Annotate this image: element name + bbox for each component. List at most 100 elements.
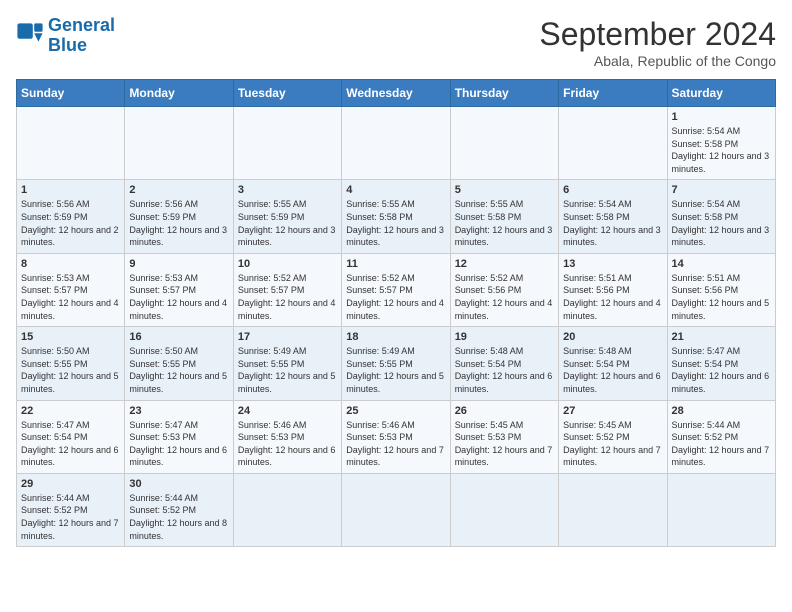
title-block: September 2024 Abala, Republic of the Co… bbox=[539, 16, 776, 69]
day-info: Sunrise: 5:55 AM Sunset: 5:58 PM Dayligh… bbox=[346, 198, 445, 248]
header-cell-monday: Monday bbox=[125, 80, 233, 107]
day-cell: 10 Sunrise: 5:52 AM Sunset: 5:57 PM Dayl… bbox=[233, 253, 341, 326]
page-header: General Blue September 2024 Abala, Repub… bbox=[16, 16, 776, 69]
week-row-5: 22 Sunrise: 5:47 AM Sunset: 5:54 PM Dayl… bbox=[17, 400, 776, 473]
day-number: 20 bbox=[563, 331, 662, 343]
week-row-6: 29 Sunrise: 5:44 AM Sunset: 5:52 PM Dayl… bbox=[17, 473, 776, 546]
day-cell: 6 Sunrise: 5:54 AM Sunset: 5:58 PM Dayli… bbox=[559, 180, 667, 253]
day-number: 16 bbox=[129, 331, 228, 343]
location-title: Abala, Republic of the Congo bbox=[539, 53, 776, 69]
day-cell: 16 Sunrise: 5:50 AM Sunset: 5:55 PM Dayl… bbox=[125, 327, 233, 400]
day-number: 4 bbox=[346, 184, 445, 196]
day-info: Sunrise: 5:46 AM Sunset: 5:53 PM Dayligh… bbox=[238, 419, 337, 469]
day-number: 30 bbox=[129, 478, 228, 490]
day-cell bbox=[342, 473, 450, 546]
header-cell-friday: Friday bbox=[559, 80, 667, 107]
header-cell-tuesday: Tuesday bbox=[233, 80, 341, 107]
day-info: Sunrise: 5:56 AM Sunset: 5:59 PM Dayligh… bbox=[21, 198, 120, 248]
day-cell bbox=[450, 473, 558, 546]
day-info: Sunrise: 5:48 AM Sunset: 5:54 PM Dayligh… bbox=[563, 345, 662, 395]
day-cell bbox=[233, 107, 341, 180]
day-cell bbox=[559, 473, 667, 546]
day-cell: 17 Sunrise: 5:49 AM Sunset: 5:55 PM Dayl… bbox=[233, 327, 341, 400]
day-info: Sunrise: 5:54 AM Sunset: 5:58 PM Dayligh… bbox=[672, 198, 771, 248]
day-info: Sunrise: 5:47 AM Sunset: 5:54 PM Dayligh… bbox=[672, 345, 771, 395]
month-title: September 2024 bbox=[539, 16, 776, 53]
day-cell: 3 Sunrise: 5:55 AM Sunset: 5:59 PM Dayli… bbox=[233, 180, 341, 253]
day-cell: 28 Sunrise: 5:44 AM Sunset: 5:52 PM Dayl… bbox=[667, 400, 775, 473]
day-info: Sunrise: 5:47 AM Sunset: 5:53 PM Dayligh… bbox=[129, 419, 228, 469]
day-info: Sunrise: 5:51 AM Sunset: 5:56 PM Dayligh… bbox=[563, 272, 662, 322]
day-number: 18 bbox=[346, 331, 445, 343]
day-cell bbox=[450, 107, 558, 180]
day-info: Sunrise: 5:52 AM Sunset: 5:57 PM Dayligh… bbox=[238, 272, 337, 322]
day-cell: 21 Sunrise: 5:47 AM Sunset: 5:54 PM Dayl… bbox=[667, 327, 775, 400]
day-cell: 1 Sunrise: 5:56 AM Sunset: 5:59 PM Dayli… bbox=[17, 180, 125, 253]
day-cell: 24 Sunrise: 5:46 AM Sunset: 5:53 PM Dayl… bbox=[233, 400, 341, 473]
day-info: Sunrise: 5:45 AM Sunset: 5:53 PM Dayligh… bbox=[455, 419, 554, 469]
day-info: Sunrise: 5:50 AM Sunset: 5:55 PM Dayligh… bbox=[129, 345, 228, 395]
day-cell: 22 Sunrise: 5:47 AM Sunset: 5:54 PM Dayl… bbox=[17, 400, 125, 473]
header-cell-wednesday: Wednesday bbox=[342, 80, 450, 107]
day-number: 7 bbox=[672, 184, 771, 196]
calendar-body: 1 Sunrise: 5:54 AM Sunset: 5:58 PM Dayli… bbox=[17, 107, 776, 547]
day-info: Sunrise: 5:54 AM Sunset: 5:58 PM Dayligh… bbox=[672, 125, 771, 175]
day-number: 2 bbox=[129, 184, 228, 196]
week-row-2: 1 Sunrise: 5:56 AM Sunset: 5:59 PM Dayli… bbox=[17, 180, 776, 253]
day-number: 8 bbox=[21, 258, 120, 270]
day-info: Sunrise: 5:49 AM Sunset: 5:55 PM Dayligh… bbox=[346, 345, 445, 395]
day-info: Sunrise: 5:56 AM Sunset: 5:59 PM Dayligh… bbox=[129, 198, 228, 248]
day-number: 25 bbox=[346, 405, 445, 417]
day-cell bbox=[125, 107, 233, 180]
day-info: Sunrise: 5:49 AM Sunset: 5:55 PM Dayligh… bbox=[238, 345, 337, 395]
day-number: 12 bbox=[455, 258, 554, 270]
day-number: 26 bbox=[455, 405, 554, 417]
day-cell: 13 Sunrise: 5:51 AM Sunset: 5:56 PM Dayl… bbox=[559, 253, 667, 326]
day-number: 10 bbox=[238, 258, 337, 270]
day-number: 29 bbox=[21, 478, 120, 490]
day-number: 5 bbox=[455, 184, 554, 196]
header-cell-thursday: Thursday bbox=[450, 80, 558, 107]
day-number: 9 bbox=[129, 258, 228, 270]
day-number: 14 bbox=[672, 258, 771, 270]
day-number: 22 bbox=[21, 405, 120, 417]
logo: General Blue bbox=[16, 16, 115, 56]
week-row-1: 1 Sunrise: 5:54 AM Sunset: 5:58 PM Dayli… bbox=[17, 107, 776, 180]
day-cell: 7 Sunrise: 5:54 AM Sunset: 5:58 PM Dayli… bbox=[667, 180, 775, 253]
day-number: 23 bbox=[129, 405, 228, 417]
day-number: 15 bbox=[21, 331, 120, 343]
day-number: 19 bbox=[455, 331, 554, 343]
day-cell bbox=[233, 473, 341, 546]
day-number: 6 bbox=[563, 184, 662, 196]
day-info: Sunrise: 5:48 AM Sunset: 5:54 PM Dayligh… bbox=[455, 345, 554, 395]
day-info: Sunrise: 5:45 AM Sunset: 5:52 PM Dayligh… bbox=[563, 419, 662, 469]
day-cell bbox=[559, 107, 667, 180]
day-cell: 9 Sunrise: 5:53 AM Sunset: 5:57 PM Dayli… bbox=[125, 253, 233, 326]
day-number: 17 bbox=[238, 331, 337, 343]
header-row: SundayMondayTuesdayWednesdayThursdayFrid… bbox=[17, 80, 776, 107]
day-number: 21 bbox=[672, 331, 771, 343]
day-info: Sunrise: 5:53 AM Sunset: 5:57 PM Dayligh… bbox=[21, 272, 120, 322]
day-info: Sunrise: 5:50 AM Sunset: 5:55 PM Dayligh… bbox=[21, 345, 120, 395]
day-info: Sunrise: 5:55 AM Sunset: 5:59 PM Dayligh… bbox=[238, 198, 337, 248]
day-cell: 26 Sunrise: 5:45 AM Sunset: 5:53 PM Dayl… bbox=[450, 400, 558, 473]
day-cell: 27 Sunrise: 5:45 AM Sunset: 5:52 PM Dayl… bbox=[559, 400, 667, 473]
logo-text: General Blue bbox=[48, 16, 115, 56]
day-info: Sunrise: 5:52 AM Sunset: 5:56 PM Dayligh… bbox=[455, 272, 554, 322]
day-cell: 8 Sunrise: 5:53 AM Sunset: 5:57 PM Dayli… bbox=[17, 253, 125, 326]
day-info: Sunrise: 5:51 AM Sunset: 5:56 PM Dayligh… bbox=[672, 272, 771, 322]
day-cell bbox=[667, 473, 775, 546]
logo-line2: Blue bbox=[48, 35, 87, 55]
day-cell: 18 Sunrise: 5:49 AM Sunset: 5:55 PM Dayl… bbox=[342, 327, 450, 400]
logo-icon bbox=[16, 22, 44, 50]
day-cell: 20 Sunrise: 5:48 AM Sunset: 5:54 PM Dayl… bbox=[559, 327, 667, 400]
header-cell-saturday: Saturday bbox=[667, 80, 775, 107]
day-number: 1 bbox=[672, 111, 771, 123]
day-cell: 15 Sunrise: 5:50 AM Sunset: 5:55 PM Dayl… bbox=[17, 327, 125, 400]
day-cell: 2 Sunrise: 5:56 AM Sunset: 5:59 PM Dayli… bbox=[125, 180, 233, 253]
day-number: 1 bbox=[21, 184, 120, 196]
day-info: Sunrise: 5:55 AM Sunset: 5:58 PM Dayligh… bbox=[455, 198, 554, 248]
day-info: Sunrise: 5:44 AM Sunset: 5:52 PM Dayligh… bbox=[672, 419, 771, 469]
day-cell: 14 Sunrise: 5:51 AM Sunset: 5:56 PM Dayl… bbox=[667, 253, 775, 326]
day-number: 24 bbox=[238, 405, 337, 417]
